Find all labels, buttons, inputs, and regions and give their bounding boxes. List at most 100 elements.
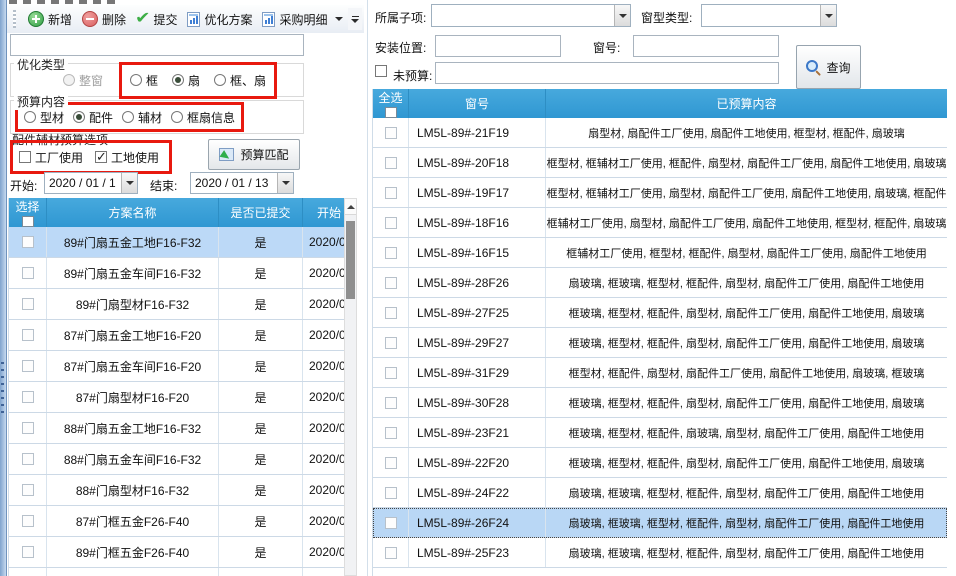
radio-型材[interactable]: 型材	[24, 109, 64, 126]
row-checkbox[interactable]	[385, 547, 397, 559]
select-all-windows-checkbox[interactable]	[385, 107, 397, 118]
window-row[interactable]: LM5L-89#-19F17框型材, 框辅材工厂使用, 扇型材, 扇配件工厂使用…	[373, 178, 947, 208]
plan-row[interactable]: 89#门框五金F26-F40是2020/0	[9, 537, 345, 568]
splitter-grip-icon	[1, 362, 4, 416]
select-all-plans-checkbox[interactable]	[22, 216, 34, 227]
sub-item-dropdown-button[interactable]	[614, 5, 630, 26]
plans-header-name[interactable]: 方案名称	[47, 198, 219, 227]
window-no-input[interactable]	[633, 35, 779, 57]
window-row[interactable]: LM5L-89#-30F28框玻璃, 框型材, 框配件, 扇型材, 扇配件工厂使…	[373, 388, 947, 418]
row-checkbox[interactable]	[385, 367, 397, 379]
radio-框[interactable]: 框	[130, 72, 158, 89]
row-checkbox[interactable]	[22, 391, 34, 403]
row-checkbox[interactable]	[385, 157, 397, 169]
row-checkbox[interactable]	[22, 515, 34, 527]
install-position-input[interactable]	[435, 35, 561, 57]
window-row[interactable]: LM5L-89#-29F27框玻璃, 框型材, 框配件, 扇型材, 扇配件工厂使…	[373, 328, 947, 358]
radio-配件[interactable]: 配件	[73, 109, 113, 126]
plan-row[interactable]: 87#门扇五金车间F16-F20是2020/0	[9, 351, 345, 382]
radio-辅材[interactable]: 辅材	[122, 109, 162, 126]
row-checkbox[interactable]	[385, 337, 397, 349]
plan-row[interactable]: 89#门扇五金车间F16-F32是2020/0	[9, 258, 345, 289]
sub-item-combobox[interactable]	[431, 4, 631, 27]
row-checkbox[interactable]	[22, 298, 34, 310]
plan-row[interactable]: 88#门框五金F21-F40是2020/0	[9, 568, 345, 576]
plan-row[interactable]: 88#门扇五金工地F16-F32是2020/0	[9, 413, 345, 444]
window-row[interactable]: LM5L-89#-23F21框玻璃, 框型材, 框配件, 扇玻璃, 扇型材, 扇…	[373, 418, 947, 448]
row-checkbox[interactable]	[385, 127, 397, 139]
window-row[interactable]: LM5L-89#-18F16框辅材工厂使用, 扇型材, 扇配件工厂使用, 扇配件…	[373, 208, 947, 238]
row-checkbox[interactable]	[385, 487, 397, 499]
radio-框扇信息[interactable]: 框扇信息	[171, 109, 235, 126]
plan-row[interactable]: 87#门扇型材F16-F20是2020/0	[9, 382, 345, 413]
windows-header-content[interactable]: 已预算内容	[546, 89, 947, 118]
row-checkbox[interactable]	[385, 397, 397, 409]
row-checkbox[interactable]	[22, 360, 34, 372]
budget-match-button[interactable]: 预算匹配	[208, 139, 300, 170]
radio-框、扇[interactable]: 框、扇	[214, 72, 266, 89]
plans-scrollbar[interactable]	[344, 198, 357, 576]
row-checkbox[interactable]	[22, 546, 34, 558]
plans-header-submitted[interactable]: 是否已提交	[219, 198, 303, 227]
row-checkbox[interactable]	[22, 453, 34, 465]
plan-row[interactable]: 89#门扇型材F16-F32是2020/0	[9, 289, 345, 320]
no-budget-checkbox[interactable]	[375, 65, 387, 77]
row-checkbox[interactable]	[385, 187, 397, 199]
purchase-detail-dropdown-icon[interactable]	[335, 17, 343, 21]
left-splitter[interactable]	[0, 0, 7, 576]
window-row[interactable]: LM5L-89#-16F15框辅材工厂使用, 框型材, 框配件, 扇型材, 扇配…	[373, 238, 947, 268]
query-button[interactable]: 查询	[796, 45, 861, 89]
scrollbar-up-button[interactable]	[345, 199, 356, 215]
window-row[interactable]: LM5L-89#-22F20框玻璃, 框型材, 框配件, 扇型材, 扇配件工厂使…	[373, 448, 947, 478]
window-type-combobox[interactable]	[701, 4, 837, 27]
scrollbar-thumb[interactable]	[346, 221, 355, 299]
row-checkbox[interactable]	[385, 277, 397, 289]
plan-row[interactable]: 88#门扇型材F16-F32是2020/0	[9, 475, 345, 506]
submit-button[interactable]: 提交	[131, 8, 182, 31]
checkbox-工厂使用[interactable]: 工厂使用	[19, 149, 83, 166]
end-date-dropdown-button[interactable]	[277, 173, 293, 193]
add-button[interactable]: 新增	[23, 8, 77, 31]
toolbar-overflow-button[interactable]	[348, 8, 362, 30]
row-checkbox[interactable]	[385, 217, 397, 229]
row-checkbox[interactable]	[22, 236, 34, 248]
plans-header-start[interactable]: 开始	[303, 198, 345, 227]
plan-submitted-cell: 是	[219, 227, 303, 257]
end-date-picker[interactable]: 2020 / 01 / 13	[190, 172, 294, 194]
radio-扇[interactable]: 扇	[172, 72, 200, 89]
row-checkbox[interactable]	[22, 329, 34, 341]
row-checkbox[interactable]	[385, 427, 397, 439]
row-checkbox[interactable]	[22, 484, 34, 496]
row-checkbox[interactable]	[22, 267, 34, 279]
delete-button[interactable]: 删除	[77, 8, 131, 31]
start-date-picker[interactable]: 2020 / 01 / 1	[44, 172, 138, 194]
row-checkbox[interactable]	[385, 457, 397, 469]
row-checkbox[interactable]	[385, 307, 397, 319]
window-type-dropdown-button[interactable]	[820, 5, 836, 26]
plan-filter-input[interactable]	[10, 34, 304, 56]
window-row[interactable]: LM5L-89#-25F23扇玻璃, 框玻璃, 框型材, 框配件, 扇型材, 扇…	[373, 538, 947, 568]
window-row[interactable]: LM5L-89#-20F18框型材, 框辅材工厂使用, 框配件, 扇型材, 扇配…	[373, 148, 947, 178]
window-row[interactable]: LM5L-89#-31F29框型材, 框配件, 扇型材, 扇配件工厂使用, 扇配…	[373, 358, 947, 388]
checkbox-工地使用[interactable]: 工地使用	[95, 149, 159, 166]
start-date-label: 开始:	[10, 177, 37, 194]
windows-header-window-no[interactable]: 窗号	[409, 89, 546, 118]
window-row[interactable]: LM5L-89#-26F24扇玻璃, 框玻璃, 框型材, 框配件, 扇型材, 扇…	[373, 508, 947, 538]
purchase-detail-button[interactable]: 采购明细	[257, 8, 332, 31]
start-date-dropdown-button[interactable]	[121, 173, 137, 193]
no-budget-input[interactable]	[435, 62, 779, 84]
optimize-plan-button[interactable]: 优化方案	[182, 8, 257, 31]
window-row[interactable]: LM5L-89#-27F25框玻璃, 框型材, 框配件, 扇型材, 扇配件工厂使…	[373, 298, 947, 328]
window-row[interactable]: LM5L-89#-24F22扇玻璃, 框玻璃, 框型材, 框配件, 扇型材, 扇…	[373, 478, 947, 508]
plan-row[interactable]: 87#门框五金F26-F40是2020/0	[9, 506, 345, 537]
row-checkbox[interactable]	[385, 517, 397, 529]
window-row[interactable]: LM5L-89#-28F26扇玻璃, 框玻璃, 框型材, 框配件, 扇型材, 扇…	[373, 268, 947, 298]
plan-row[interactable]: 88#门扇五金车间F16-F32是2020/0	[9, 444, 345, 475]
window-no-cell: LM5L-89#-22F20	[409, 448, 546, 477]
window-row[interactable]: LM5L-89#-21F19扇型材, 扇配件工厂使用, 扇配件工地使用, 框型材…	[373, 118, 947, 148]
plan-row[interactable]: 87#门扇五金工地F16-F20是2020/0	[9, 320, 345, 351]
row-checkbox[interactable]	[385, 247, 397, 259]
row-checkbox[interactable]	[22, 422, 34, 434]
plan-row[interactable]: 89#门扇五金工地F16-F32是2020/0	[9, 227, 345, 258]
checkbox-label: 工地使用	[111, 149, 159, 166]
